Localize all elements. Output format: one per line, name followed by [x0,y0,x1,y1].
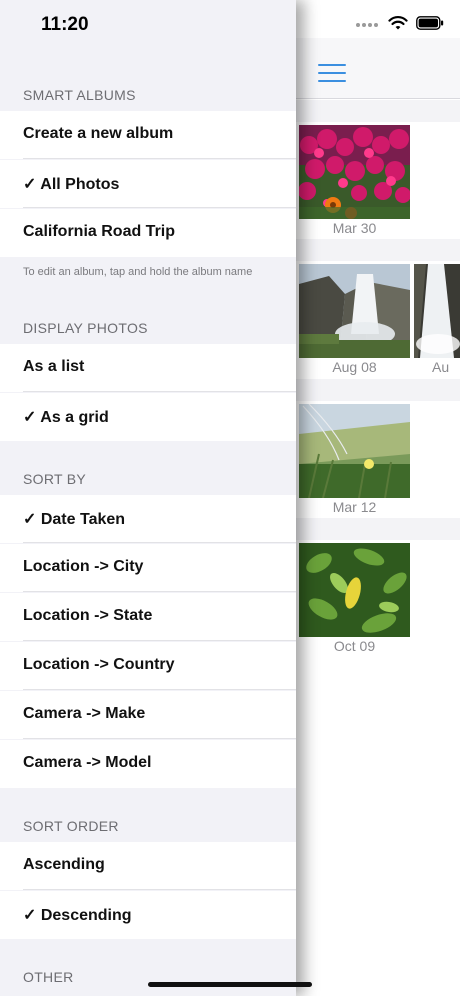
photo-date-label: Oct 09 [333,638,376,654]
menu-item-label: Location -> Country [23,656,175,673]
photo-thumbnail[interactable] [299,264,410,358]
menu-item-create-album[interactable]: Create a new album [0,111,296,159]
status-icons [356,14,444,36]
side-drawer-menu: 11:20 SMART ALBUMS Create a new album ✓ … [0,0,296,996]
battery-icon [416,15,444,35]
section-header-display-photos: DISPLAY PHOTOS [23,320,148,336]
photo-thumbnail[interactable] [299,125,410,219]
menu-item-ascending[interactable]: Ascending [0,842,296,890]
menu-item-date-taken[interactable]: ✓ Date Taken [0,495,296,543]
menu-icon[interactable] [318,64,346,86]
menu-item-label: Camera -> Make [23,705,146,722]
menu-item-as-grid[interactable]: ✓ As a grid [0,393,296,441]
section-header-sort-order: SORT ORDER [23,818,119,834]
menu-item-camera-make[interactable]: Camera -> Make [0,691,296,739]
photo-thumbnail[interactable] [299,543,410,637]
menu-item-all-photos[interactable]: ✓ All Photos [0,160,296,208]
menu-item-label: Location -> State [23,607,153,624]
navigation-bar [296,38,460,99]
menu-item-as-list[interactable]: As a list [0,344,296,392]
menu-item-descending[interactable]: ✓ Descending [0,891,296,939]
group-separator [296,100,460,122]
section-header-other: OTHER [23,969,74,985]
menu-item-label: Location -> City [23,558,144,575]
menu-item-label: ✓ As a grid [23,409,109,426]
photo-date-label: Mar 30 [332,220,377,236]
photo-date-label: Aug 08 [332,359,377,375]
menu-item-label: Camera -> Model [23,754,152,771]
section-header-smart-albums: SMART ALBUMS [23,87,136,103]
photo-thumbnail[interactable] [299,404,410,498]
menu-item-label: ✓ Date Taken [23,511,126,528]
group-separator [296,379,460,401]
home-indicator[interactable] [148,982,312,987]
menu-item-location-state[interactable]: Location -> State [0,593,296,641]
status-time: 11:20 [41,14,89,35]
photo-date-label: Au [432,359,450,375]
menu-item-label: Ascending [23,856,105,873]
group-separator [296,518,460,540]
menu-item-label: ✓ Descending [23,907,132,924]
photo-thumbnail[interactable] [414,264,460,358]
album-edit-hint: To edit an album, tap and hold the album… [23,266,253,278]
group-separator [296,239,460,261]
menu-item-label: Create a new album [23,125,174,142]
menu-item-location-country[interactable]: Location -> Country [0,642,296,690]
signal-icon [356,23,380,27]
menu-item-california-road-trip[interactable]: California Road Trip [0,209,296,257]
photo-date-label: Mar 12 [332,499,377,515]
section-header-sort-by: SORT BY [23,471,87,487]
menu-item-location-city[interactable]: Location -> City [0,544,296,592]
menu-item-label: ✓ All Photos [23,176,120,193]
menu-item-label: As a list [23,358,85,375]
menu-item-label: California Road Trip [23,223,176,240]
menu-item-camera-model[interactable]: Camera -> Model [0,740,296,788]
wifi-icon [388,15,408,36]
